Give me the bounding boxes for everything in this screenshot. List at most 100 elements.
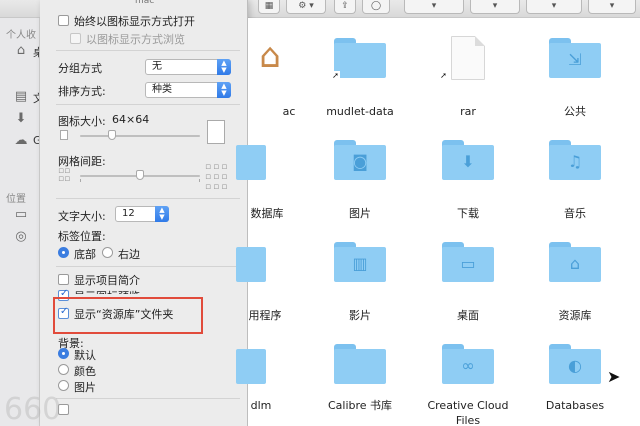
icon-size-value: 64×64	[112, 113, 150, 126]
file-item-downloads[interactable]: ⬇ 下载	[423, 134, 513, 220]
tag-button[interactable]: ◯	[362, 0, 390, 14]
share-button[interactable]: ⇪	[334, 0, 356, 14]
file-item-database[interactable]: 数据库	[208, 134, 298, 220]
finder-sidebar: 个人收 ⌂ 桌 ▤ 文 ⬇ ☁ G 位置 ▭ ◎	[0, 18, 40, 426]
icon-size-slider-track[interactable]	[80, 135, 200, 137]
alias-arrow-icon: ➚	[331, 71, 340, 80]
applications-folder-icon	[236, 242, 266, 282]
file-label: 音乐	[564, 207, 586, 220]
sidebar-documents-icon[interactable]: ▤	[13, 90, 29, 104]
file-label: 用程序	[248, 309, 282, 322]
annotation-highlight-box	[53, 297, 203, 334]
bg-picture-text: 图片	[74, 381, 96, 394]
panel-title: mac	[135, 0, 155, 6]
file-item-rar[interactable]: ➚ rar	[423, 32, 513, 118]
file-item-creative-cloud[interactable]: ∞ Creative Cloud Files	[423, 338, 513, 426]
bg-color-text: 颜色	[74, 365, 96, 378]
sidebar-item-label[interactable]: 桌	[33, 44, 39, 60]
tight-grid-icon: ▫▫ ▫▫	[58, 166, 71, 184]
file-label: 数据库	[250, 207, 284, 220]
sidebar-home-icon[interactable]: ⌂	[13, 44, 29, 58]
file-item-desktop[interactable]: ▭ 桌面	[423, 236, 513, 322]
sidebar-downloads-icon[interactable]: ⬇	[13, 112, 29, 126]
file-label: 公共	[564, 105, 586, 118]
toolbar-dropdown-3[interactable]: ▾	[526, 0, 582, 14]
text-size-select[interactable]: 12 ▲ ▼	[115, 206, 169, 222]
alias-arrow-icon: ➚	[439, 71, 448, 80]
toolbar-dropdown-2[interactable]: ▾	[470, 0, 520, 14]
bg-color-radio[interactable]	[58, 364, 69, 375]
label-bottom-radio[interactable]	[58, 247, 69, 258]
always-open-icon-view-label: 始终以图标显示方式打开	[74, 15, 195, 28]
file-label: Databases	[545, 399, 605, 412]
toolbar-dropdown-1[interactable]: ▾	[404, 0, 464, 14]
grid-spacing-slider-knob[interactable]	[136, 170, 144, 180]
desktop-folder-icon: ▭	[442, 242, 494, 282]
file-item-library[interactable]: ⌂ 资源库	[530, 236, 620, 322]
pictures-folder-icon: ◙	[334, 140, 386, 180]
always-open-icon-view-checkbox[interactable]	[58, 15, 69, 26]
file-item-pictures[interactable]: ◙ 图片	[315, 134, 405, 220]
file-item-movies[interactable]: ▥ 影片	[315, 236, 405, 322]
file-item-calibre[interactable]: Calibre 书库	[315, 338, 405, 426]
mouse-pointer-icon: ➤	[607, 367, 621, 386]
file-label: Creative Cloud Files	[427, 399, 509, 426]
select-arrows-icon: ▲ ▼	[155, 206, 169, 222]
file-label: 桌面	[457, 309, 479, 322]
show-icon-preview-label: 显示图标预览	[74, 288, 140, 294]
sidebar-favorites-header: 个人收	[6, 30, 36, 41]
movies-folder-icon: ▥	[334, 242, 386, 282]
file-item-dlm[interactable]: dlm	[208, 338, 298, 426]
view-icon-button[interactable]: ▦	[258, 0, 280, 14]
toolbar-dropdown-4[interactable]: ▾	[588, 0, 636, 14]
sidebar-item-label[interactable]: 文	[33, 90, 39, 106]
sort-by-value: 种类	[152, 84, 172, 95]
bg-picture-radio[interactable]	[58, 380, 69, 391]
library-folder-icon: ⌂	[549, 242, 601, 282]
folder-icon	[334, 38, 386, 78]
folder-icon	[236, 344, 266, 384]
folder-icon	[334, 344, 386, 384]
bg-default-text: 默认	[74, 349, 96, 362]
group-by-label: 分组方式	[58, 62, 102, 75]
bg-default-radio[interactable]	[58, 348, 69, 359]
sidebar-locations-header: 位置	[6, 194, 26, 205]
file-label: 图片	[349, 207, 371, 220]
downloads-folder-icon: ⬇	[442, 140, 494, 180]
text-size-label: 文字大小:	[58, 210, 106, 223]
public-folder-icon: ⇲	[549, 38, 601, 78]
label-bottom-text: 底部	[74, 248, 96, 261]
file-item-applications[interactable]: 用程序	[208, 236, 298, 322]
watermark: 660	[4, 392, 62, 426]
file-label: 影片	[349, 309, 371, 322]
sidebar-network-icon[interactable]: ◎	[13, 230, 29, 244]
file-item-public[interactable]: ⇲ 公共	[530, 32, 620, 118]
browse-icon-view-checkbox	[70, 33, 81, 44]
file-item-music[interactable]: ♫ 音乐	[530, 134, 620, 220]
icon-size-slider-knob[interactable]	[108, 130, 117, 140]
file-label: mudlet-data	[326, 105, 394, 118]
file-icon-grid: ⌂ ac ➚ mudlet-data ➚ rar ⇲ 公共 数据库 ◙ 图片 ⬇…	[236, 18, 640, 426]
file-label: 下载	[457, 207, 479, 220]
document-icon	[451, 36, 485, 80]
label-position-label: 标签位置:	[58, 230, 106, 243]
sidebar-cloud-icon[interactable]: ☁	[13, 134, 29, 148]
label-right-text: 右边	[118, 248, 140, 261]
sidebar-item-label[interactable]: G	[33, 134, 39, 147]
show-item-info-checkbox[interactable]	[58, 274, 69, 285]
music-folder-icon: ♫	[549, 140, 601, 180]
file-item-home[interactable]: ⌂ ac	[208, 32, 298, 118]
browse-icon-view-label: 以图标显示方式浏览	[86, 33, 185, 46]
file-label: Calibre 书库	[327, 399, 393, 412]
icon-size-label: 图标大小:	[58, 115, 106, 128]
label-right-radio[interactable]	[102, 247, 113, 258]
folder-icon	[236, 140, 266, 180]
sidebar-disk-icon[interactable]: ▭	[13, 208, 29, 222]
file-item-mudlet-data[interactable]: ➚ mudlet-data	[315, 32, 405, 118]
small-icon-size-icon	[60, 130, 68, 140]
sort-by-label: 排序方式:	[58, 85, 106, 98]
file-label: 资源库	[558, 309, 592, 322]
action-gear-button[interactable]: ⚙ ▾	[286, 0, 326, 14]
file-label: rar	[460, 105, 476, 118]
text-size-value: 12	[122, 208, 135, 219]
